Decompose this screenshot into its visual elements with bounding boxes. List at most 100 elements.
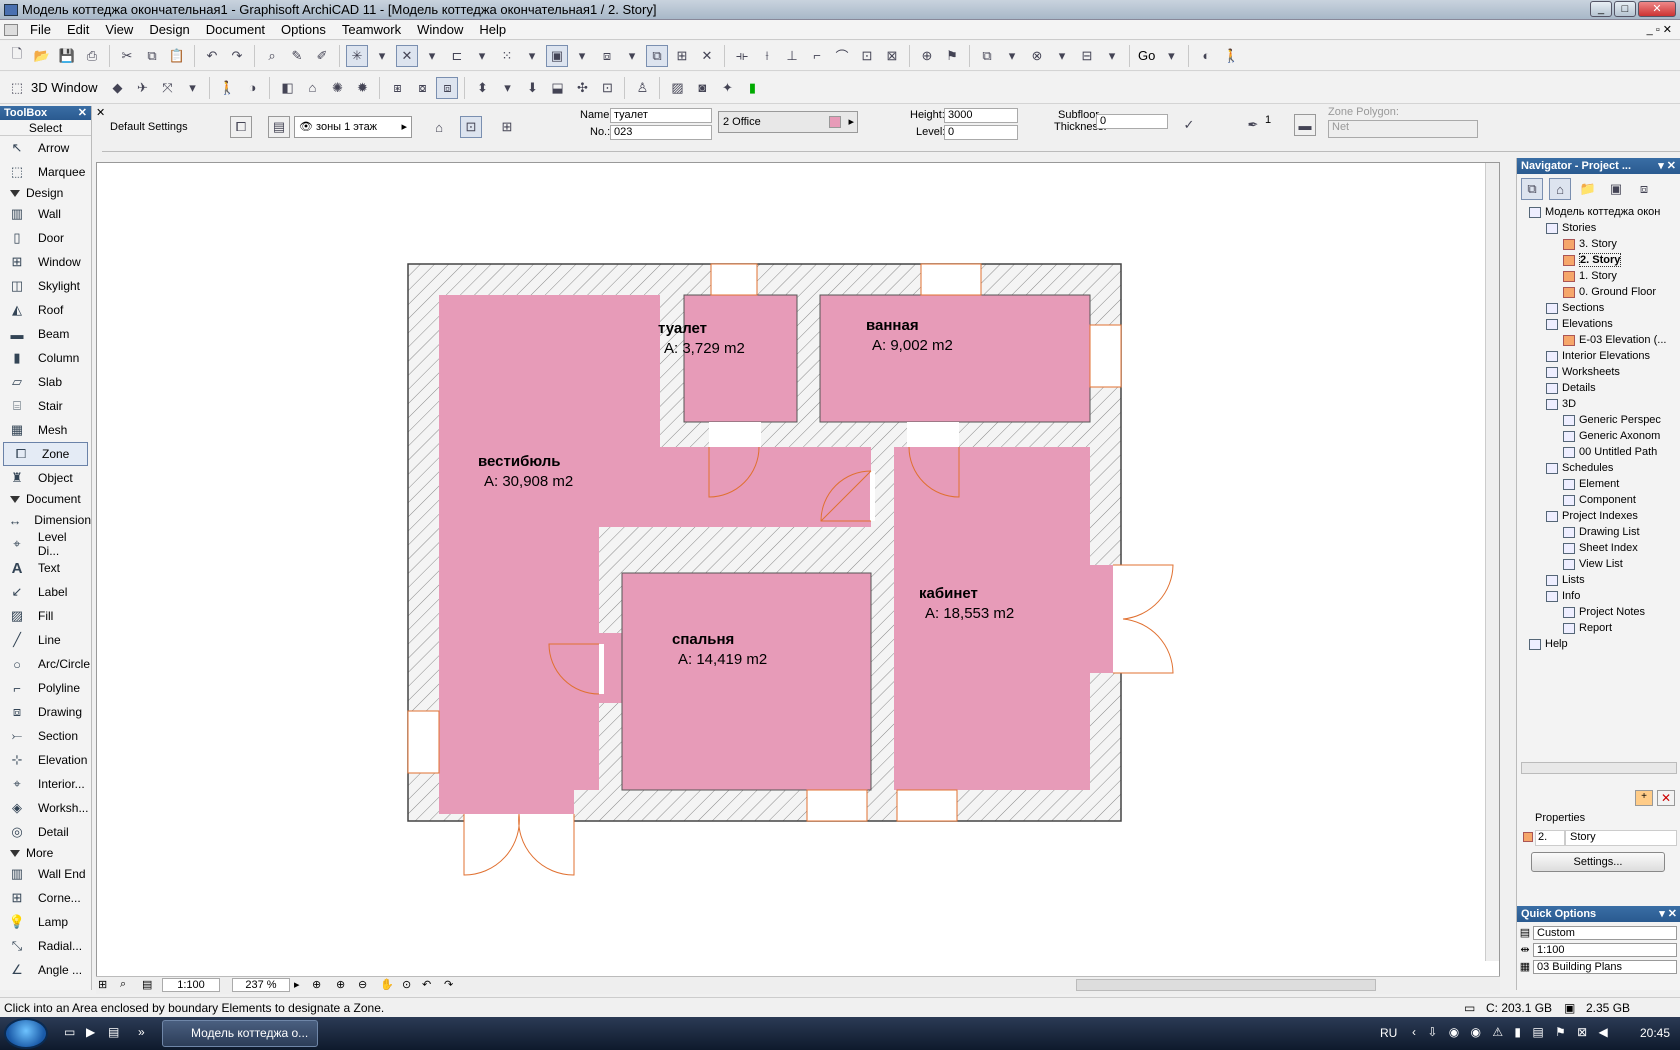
- tree-item[interactable]: 3. Story: [1521, 236, 1680, 252]
- cross-icon[interactable]: ✕: [696, 45, 718, 67]
- tree-item[interactable]: Help: [1521, 636, 1680, 652]
- copy-icon[interactable]: ⧉: [141, 45, 163, 67]
- properties-header[interactable]: Properties: [1521, 812, 1585, 824]
- tree-scrollbar[interactable]: [1521, 762, 1677, 774]
- 3d-cube-icon[interactable]: ◆: [106, 77, 128, 99]
- dropdown-icon[interactable]: ▾: [621, 45, 643, 67]
- magic-wand-icon[interactable]: ✳: [346, 44, 368, 67]
- tool-polyline[interactable]: ⌐ Polyline: [0, 676, 91, 700]
- hotlink-icon[interactable]: ⊕: [916, 45, 938, 67]
- tool-wall-end[interactable]: ▥ Wall End: [0, 862, 91, 886]
- media-icon[interactable]: ▶: [86, 1025, 95, 1039]
- dropdown-icon[interactable]: ▾: [1160, 45, 1182, 67]
- tool-mesh[interactable]: ▦ Mesh: [0, 418, 91, 442]
- tree-item[interactable]: Project Indexes: [1521, 508, 1680, 524]
- shadow-icon[interactable]: ✹: [351, 77, 373, 99]
- tree-item[interactable]: View List: [1521, 556, 1680, 572]
- 3d-window-icon[interactable]: ⬚: [6, 77, 28, 99]
- zone-bathroom[interactable]: [820, 295, 1090, 422]
- explode-icon[interactable]: ⊡: [856, 45, 878, 67]
- zone-polygon-dropdown[interactable]: Net: [1328, 120, 1478, 138]
- walk-icon[interactable]: 🚶: [1220, 45, 1242, 67]
- tool-wall[interactable]: ▥ Wall: [0, 202, 91, 226]
- geometry-polygon-icon[interactable]: ⌂: [428, 116, 450, 138]
- vertical-scrollbar[interactable]: [1485, 163, 1499, 961]
- dropdown-icon[interactable]: ▾: [421, 45, 443, 67]
- tray-icons[interactable]: ‹ ⇩ ◉ ◉ ⚠ ▮ ▤ ⚑ ⊠ ◀: [1412, 1025, 1612, 1039]
- taskbar-archicad[interactable]: Модель коттеджа о...: [162, 1020, 318, 1047]
- tool-drawing[interactable]: ⧈ Drawing: [0, 700, 91, 724]
- menu-options[interactable]: Options: [273, 22, 334, 37]
- tree-item[interactable]: Stories: [1521, 220, 1680, 236]
- light-icon[interactable]: ✺: [326, 77, 348, 99]
- next-zoom-icon[interactable]: ↷: [444, 978, 453, 991]
- geometry-auto-icon[interactable]: ⊞: [496, 116, 518, 138]
- walk-icon[interactable]: 🚶: [216, 77, 238, 99]
- zone-category-dropdown[interactable]: 2 Office ▸: [718, 111, 858, 133]
- dropdown-icon[interactable]: ▾: [1001, 45, 1023, 67]
- tool-marquee[interactable]: ⬚ Marquee: [0, 160, 91, 184]
- tool-arrow[interactable]: ↖ Arrow: [0, 136, 91, 160]
- dropdown-icon[interactable]: ▾: [1051, 45, 1073, 67]
- tree-item[interactable]: Info: [1521, 588, 1680, 604]
- zoom-in-icon[interactable]: ⊕: [336, 978, 345, 991]
- zoom-field[interactable]: 237 %: [232, 978, 290, 992]
- floor-plan-canvas[interactable]: туалет A: 3,729 m2 ванная A: 9,002 m2 ве…: [96, 162, 1500, 977]
- camera-icon[interactable]: ✈: [131, 77, 153, 99]
- publish-icon[interactable]: ✣: [571, 77, 593, 99]
- layer-combination-dropdown[interactable]: 03 Building Plans: [1533, 959, 1677, 974]
- tree-item[interactable]: 2. Story: [1521, 252, 1680, 268]
- tool-lamp[interactable]: 💡 Lamp: [0, 910, 91, 934]
- tree-item[interactable]: Interior Elevations: [1521, 348, 1680, 364]
- view-map-icon[interactable]: ⌂: [1549, 178, 1571, 200]
- photo-icon[interactable]: ◙: [691, 77, 713, 99]
- elevation-icon[interactable]: ⬍: [471, 77, 493, 99]
- explorer-icon[interactable]: ▤: [108, 1025, 119, 1039]
- layer-icon[interactable]: ▤: [268, 116, 290, 138]
- new-view-icon[interactable]: +: [1635, 790, 1653, 806]
- tool-object[interactable]: ♜ Object: [0, 466, 91, 490]
- menu-edit[interactable]: Edit: [59, 22, 97, 37]
- measure-icon[interactable]: ⊞: [671, 45, 693, 67]
- undo-icon[interactable]: ↶: [201, 45, 223, 67]
- tool-column[interactable]: ▮ Column: [0, 346, 91, 370]
- menu-help[interactable]: Help: [471, 22, 514, 37]
- zone-name-field[interactable]: туалет: [610, 108, 712, 123]
- tool-arc-circle[interactable]: ○ Arc/Circle: [0, 652, 91, 676]
- intersect-icon[interactable]: ⌐: [806, 45, 828, 67]
- tool-skylight[interactable]: ◫ Skylight: [0, 274, 91, 298]
- cut-icon[interactable]: ✂: [116, 45, 138, 67]
- tool-interior-elevation[interactable]: ⌖ Interior...: [0, 772, 91, 796]
- subfloor-field[interactable]: 0: [1096, 114, 1168, 129]
- tool-zone[interactable]: ⧠ Zone: [3, 442, 88, 466]
- desktop-icon[interactable]: ▭: [64, 1025, 75, 1039]
- dropdown-icon[interactable]: ▾: [371, 45, 393, 67]
- zone-settings-icon[interactable]: ⧠: [230, 116, 252, 138]
- tool-beam[interactable]: ▬ Beam: [0, 322, 91, 346]
- person-icon[interactable]: ♙: [631, 77, 653, 99]
- tree-item[interactable]: E-03 Elevation (...: [1521, 332, 1680, 348]
- menu-window[interactable]: Window: [409, 22, 471, 37]
- tree-item[interactable]: 1. Story: [1521, 268, 1680, 284]
- menu-teamwork[interactable]: Teamwork: [334, 22, 409, 37]
- dropdown-icon[interactable]: ▾: [181, 77, 203, 99]
- tool-door[interactable]: ▯ Door: [0, 226, 91, 250]
- layout-book-icon[interactable]: 📁: [1577, 178, 1599, 200]
- tool-detail[interactable]: ◎ Detail: [0, 820, 91, 844]
- trim-icon[interactable]: ⟛: [731, 45, 753, 67]
- document-section[interactable]: Document: [0, 490, 91, 508]
- maximize-button[interactable]: □: [1614, 1, 1636, 17]
- tree-item[interactable]: Elevations: [1521, 316, 1680, 332]
- tree-item[interactable]: Worksheets: [1521, 364, 1680, 380]
- zoom-out-icon[interactable]: ⊖: [358, 978, 367, 991]
- fillet-icon[interactable]: ⌒: [831, 45, 853, 67]
- tree-item[interactable]: Schedules: [1521, 460, 1680, 476]
- layer-icon[interactable]: ▣: [546, 44, 568, 67]
- tool-slab[interactable]: ▱ Slab: [0, 370, 91, 394]
- tool-label[interactable]: ↙ Label: [0, 580, 91, 604]
- play-icon[interactable]: ▸: [294, 978, 300, 991]
- design-section[interactable]: Design: [0, 184, 91, 202]
- tree-item[interactable]: 0. Ground Floor: [1521, 284, 1680, 300]
- syringe-icon[interactable]: ✐: [311, 45, 333, 67]
- tree-item[interactable]: Generic Perspec: [1521, 412, 1680, 428]
